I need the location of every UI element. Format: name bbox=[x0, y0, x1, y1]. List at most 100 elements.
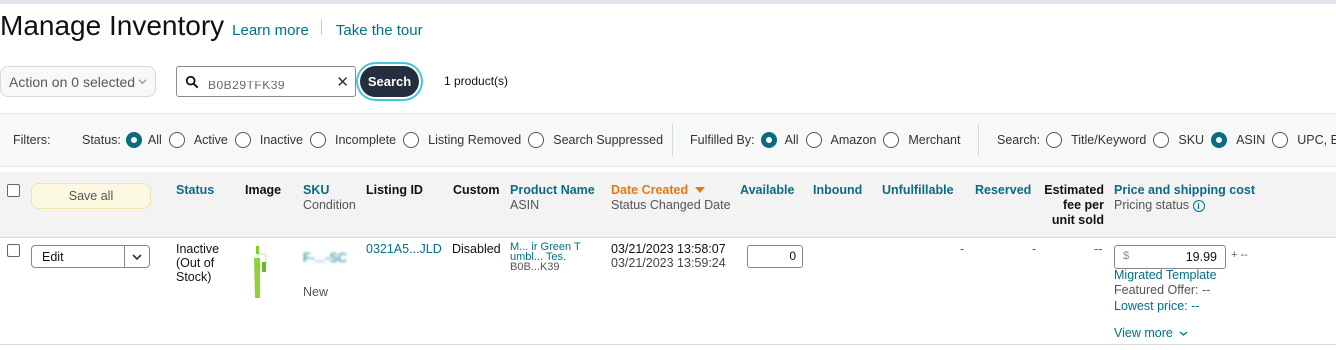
col-reserved[interactable]: Reserved bbox=[975, 183, 1031, 198]
search-input[interactable]: B0B29TFK39 ✕ bbox=[176, 66, 356, 97]
col-sku-label: SKU bbox=[303, 183, 330, 197]
edit-dropdown-toggle[interactable] bbox=[124, 246, 149, 267]
col-sku-sub: Condition bbox=[303, 198, 356, 212]
radio-selected-icon[interactable] bbox=[1211, 132, 1228, 148]
option-label: All bbox=[147, 133, 162, 147]
radio-icon[interactable] bbox=[168, 132, 185, 148]
col-date-created-label: Date Created bbox=[611, 183, 689, 197]
view-more-link[interactable]: View more bbox=[1114, 326, 1188, 340]
status-search-suppressed-option[interactable]: Search Suppressed bbox=[528, 132, 663, 148]
fulfilled-filter-label: Fulfilled By: bbox=[690, 133, 755, 147]
bulk-action-label: Action on 0 selected bbox=[9, 73, 136, 90]
row-date-created: 03/21/2023 13:58:07 bbox=[611, 242, 726, 256]
col-unfulfillable[interactable]: Unfulfillable bbox=[882, 183, 954, 198]
row-condition: New bbox=[303, 285, 329, 299]
radio-icon[interactable] bbox=[403, 132, 420, 148]
search-sku-option[interactable]: SKU bbox=[1153, 132, 1204, 148]
search-title-option[interactable]: Title/Keyword bbox=[1046, 132, 1146, 148]
col-product-name-label: Product Name bbox=[510, 183, 595, 197]
col-sku[interactable]: SKU Condition bbox=[303, 183, 356, 213]
chevron-down-icon bbox=[1179, 331, 1188, 336]
page-title: Manage Inventory bbox=[0, 10, 225, 41]
status-incomplete-option[interactable]: Incomplete bbox=[309, 132, 397, 148]
fulfilled-merchant-option[interactable]: Merchant bbox=[883, 132, 960, 148]
option-label: Merchant bbox=[908, 133, 961, 147]
search-type-label: Search: bbox=[997, 133, 1041, 147]
lowest-price-link[interactable]: Lowest price: -- bbox=[1114, 299, 1199, 313]
row-reserved: - bbox=[1032, 242, 1037, 256]
radio-icon[interactable] bbox=[309, 132, 326, 148]
row-status-line2: (Out of bbox=[176, 256, 215, 270]
filter-bar: Filters: Status: All Active Inactive Inc… bbox=[0, 113, 1336, 167]
row-custom: Disabled bbox=[452, 242, 501, 256]
take-tour-link[interactable]: Take the tour bbox=[336, 22, 423, 39]
status-all-option[interactable]: All bbox=[125, 132, 162, 148]
filter-divider bbox=[672, 124, 673, 156]
price-value: 19.99 bbox=[1185, 250, 1217, 264]
filters-label-text: Filters: bbox=[13, 133, 51, 147]
status-filter-label: Status: bbox=[82, 133, 121, 147]
radio-icon[interactable] bbox=[1272, 132, 1289, 148]
row-asin: B0B...K39 bbox=[510, 261, 560, 273]
col-image: Image bbox=[245, 183, 282, 197]
edit-button[interactable]: Edit bbox=[32, 246, 124, 267]
sort-desc-icon bbox=[694, 187, 705, 193]
col-available[interactable]: Available bbox=[740, 183, 794, 198]
col-fee-line3: unit sold bbox=[1051, 213, 1104, 227]
col-status[interactable]: Status bbox=[176, 183, 214, 198]
edit-action-group: Edit bbox=[31, 245, 150, 268]
radio-selected-icon[interactable] bbox=[125, 132, 142, 148]
search-icon bbox=[185, 75, 199, 88]
filters-label: Filters: bbox=[13, 130, 51, 150]
radio-icon[interactable] bbox=[883, 132, 900, 148]
currency-symbol: $ bbox=[1123, 250, 1130, 262]
top-border bbox=[0, 0, 1336, 4]
migrated-template-link[interactable]: Migrated Template bbox=[1114, 268, 1217, 282]
row-status-changed: 03/21/2023 13:59:24 bbox=[611, 256, 726, 270]
clear-icon[interactable]: ✕ bbox=[336, 73, 349, 91]
header-divider bbox=[320, 19, 322, 35]
radio-icon[interactable] bbox=[528, 132, 545, 148]
option-label: UPC, EAN bbox=[1297, 133, 1336, 147]
fulfilled-filter-group: Fulfilled By: All Amazon Merchant bbox=[690, 130, 960, 150]
save-all-button[interactable]: Save all bbox=[31, 183, 151, 209]
radio-icon[interactable] bbox=[1153, 132, 1170, 148]
fulfilled-all-option[interactable]: All bbox=[760, 132, 799, 148]
status-filter-group: Status: All Active Inactive Incomplete L… bbox=[82, 130, 663, 150]
col-price[interactable]: Price and shipping cost Pricing status i bbox=[1114, 183, 1255, 213]
radio-icon[interactable] bbox=[805, 132, 822, 148]
radio-icon[interactable] bbox=[234, 132, 251, 148]
col-custom: Custom bbox=[453, 183, 500, 197]
col-estimated-fee: Estimated fee per unit sold bbox=[1040, 183, 1104, 228]
status-listing-removed-option[interactable]: Listing Removed bbox=[403, 132, 521, 148]
search-button[interactable]: Search bbox=[360, 66, 419, 97]
row-shipping: + -- bbox=[1231, 249, 1248, 261]
col-product-name[interactable]: Product Name ASIN bbox=[510, 183, 595, 213]
info-icon[interactable]: i bbox=[1192, 199, 1205, 212]
fulfilled-amazon-option[interactable]: Amazon bbox=[805, 132, 876, 148]
search-upc-option[interactable]: UPC, EAN bbox=[1272, 132, 1336, 148]
col-inbound[interactable]: Inbound bbox=[813, 183, 862, 198]
table-row: Edit Inactive (Out of Stock) F-...-SC Ne… bbox=[0, 239, 1336, 345]
row-listing-id[interactable]: 0321A5...JLD bbox=[366, 242, 442, 256]
col-date-created[interactable]: Date Created Status Changed Date bbox=[611, 183, 731, 213]
learn-more-link[interactable]: Learn more bbox=[232, 22, 309, 39]
chevron-down-icon bbox=[138, 79, 147, 85]
radio-icon[interactable] bbox=[1046, 132, 1063, 148]
row-sku[interactable]: F-...-SC bbox=[303, 251, 347, 265]
search-asin-option[interactable]: ASIN bbox=[1211, 132, 1265, 148]
radio-selected-icon[interactable] bbox=[760, 132, 777, 148]
row-status-line1: Inactive bbox=[176, 242, 220, 256]
option-label: Listing Removed bbox=[428, 133, 522, 147]
status-active-option[interactable]: Active bbox=[168, 132, 228, 148]
option-label: Incomplete bbox=[334, 133, 397, 147]
row-fee: -- bbox=[1094, 242, 1103, 256]
row-checkbox[interactable] bbox=[7, 244, 20, 257]
status-inactive-option[interactable]: Inactive bbox=[234, 132, 303, 148]
select-all-checkbox[interactable] bbox=[7, 184, 20, 197]
row-unfulfillable: - bbox=[960, 242, 965, 256]
bulk-action-dropdown[interactable]: Action on 0 selected bbox=[0, 66, 156, 97]
product-thumbnail[interactable] bbox=[250, 244, 270, 300]
available-input[interactable]: 0 bbox=[747, 245, 803, 268]
price-input[interactable]: $ 19.99 bbox=[1114, 245, 1226, 269]
